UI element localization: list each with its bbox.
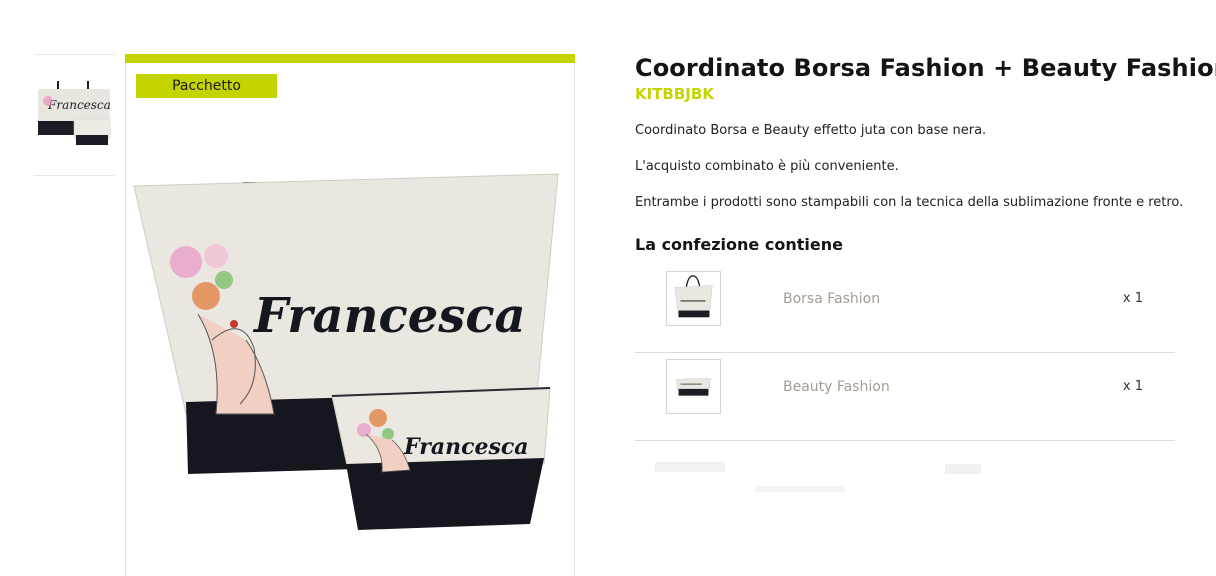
description-line: Coordinato Borsa e Beauty effetto juta c… xyxy=(635,123,987,138)
product-title: Coordinato Borsa Fashion + Beauty Fashio… xyxy=(635,54,1216,82)
product-thumbnail[interactable]: Francesca xyxy=(36,81,114,151)
product-image[interactable]: Francesca Francesca xyxy=(126,164,574,544)
item-thumbnail-bag[interactable] xyxy=(666,271,721,326)
list-item: Borsa Fashion x 1 xyxy=(635,265,1175,353)
item-quantity: x 1 xyxy=(1122,291,1143,306)
product-description: Coordinato Borsa e Beauty effetto juta c… xyxy=(635,122,1184,211)
thumbnail-gallery: Francesca xyxy=(34,54,115,176)
accent-bar xyxy=(125,54,575,63)
item-name[interactable]: Borsa Fashion xyxy=(783,290,880,308)
package-contents-list: Borsa Fashion x 1 Beauty Fashion x 1 xyxy=(635,265,1175,441)
main-image-panel: Pacchetto Francesca Francesca xyxy=(125,54,575,576)
list-item: Beauty Fashion x 1 xyxy=(635,353,1175,441)
bag-print-text: Francesca xyxy=(252,288,526,344)
description-line: L'acquisto combinato è più conveniente. xyxy=(635,159,899,174)
product-info: Coordinato Borsa Fashion + Beauty Fashio… xyxy=(635,52,1216,441)
item-thumbnail-pouch[interactable] xyxy=(666,359,721,414)
package-contents-title: La confezione contiene xyxy=(635,235,843,254)
item-quantity: x 1 xyxy=(1122,379,1143,394)
faded-watermark xyxy=(655,462,981,492)
pouch-print-text: Francesca xyxy=(403,434,529,460)
package-badge: Pacchetto xyxy=(136,74,277,98)
thumbnail-print-text: Francesca xyxy=(47,98,111,112)
product-sku: KITBBJBK xyxy=(635,85,714,103)
description-line: Entrambe i prodotti sono stampabili con … xyxy=(635,195,1184,210)
item-name[interactable]: Beauty Fashion xyxy=(783,378,890,396)
